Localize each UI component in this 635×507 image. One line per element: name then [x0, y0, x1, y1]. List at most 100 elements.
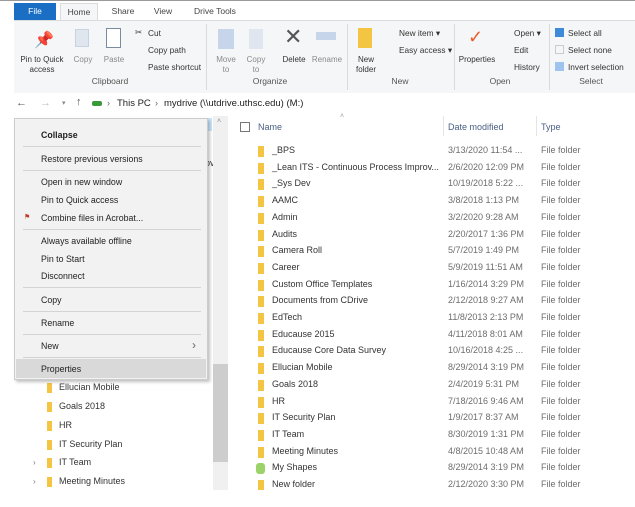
window-border	[0, 0, 635, 1]
copy-to-button[interactable]: Copy to	[243, 55, 269, 75]
forward-icon[interactable]: →	[40, 97, 51, 109]
file-name: Ellucian Mobile	[272, 362, 333, 373]
tab-drive-tools[interactable]: Drive Tools	[186, 3, 244, 20]
menu-pin-to-start[interactable]: Pin to Start	[41, 254, 85, 264]
file-row[interactable]: _Lean ITS - Continuous Process Improv...…	[258, 160, 628, 176]
open-button[interactable]: Open ▾	[514, 28, 541, 38]
breadcrumb-this-pc[interactable]: This PC	[117, 98, 151, 109]
column-date-modified[interactable]: Date modified	[448, 122, 504, 132]
expand-chevron-icon[interactable]: ›	[33, 477, 36, 486]
file-row[interactable]: _Sys Dev 10/19/2018 5:22 ... File folder	[258, 176, 628, 192]
move-to-button[interactable]: Move to	[212, 55, 240, 75]
file-row[interactable]: Goals 2018 2/4/2019 5:31 PM File folder	[258, 377, 628, 393]
file-type: File folder	[541, 295, 581, 306]
new-item-button[interactable]: New item ▾	[399, 28, 440, 38]
breadcrumb-drive[interactable]: mydrive (\\utdrive.uthsc.edu) (M:)	[164, 98, 303, 109]
tab-home[interactable]: Home	[60, 3, 98, 20]
new-folder-button[interactable]: New folder	[352, 55, 380, 75]
file-row[interactable]: _BPS 3/13/2020 11:54 ... File folder	[258, 143, 628, 159]
file-name: AAMC	[272, 195, 299, 206]
nav-item-meeting-minutes[interactable]: Meeting Minutes	[59, 476, 125, 486]
menu-pin-to-quick-access[interactable]: Pin to Quick access	[41, 195, 118, 205]
file-row[interactable]: IT Team 8/30/2019 1:31 PM File folder	[258, 427, 628, 443]
file-row[interactable]: My Shapes 8/29/2014 3:19 PM File folder	[256, 460, 628, 476]
edit-button[interactable]: Edit	[514, 45, 528, 55]
rename-button[interactable]: Rename	[310, 55, 344, 65]
file-row[interactable]: IT Security Plan 1/9/2017 8:37 AM File fol…	[258, 410, 628, 426]
tab-file[interactable]: File	[14, 3, 56, 20]
select-none-button[interactable]: Select none	[568, 45, 612, 55]
context-menu: Collapse Restore previous versions Open …	[14, 118, 208, 380]
file-row[interactable]: Educause Core Data Survey 10/16/2018 4:25…	[258, 343, 628, 359]
file-date: 11/8/2013 2:13 PM	[448, 312, 524, 322]
folder-icon	[47, 383, 52, 393]
select-all-button[interactable]: Select all	[568, 28, 602, 38]
tab-share[interactable]: Share	[104, 3, 142, 20]
column-divider[interactable]	[443, 116, 444, 136]
file-date: 2/4/2019 5:31 PM	[448, 378, 520, 389]
file-name: Goals 2018	[272, 378, 319, 389]
file-row[interactable]: Camera Roll 5/7/2019 1:49 PM File folder	[258, 243, 628, 259]
file-row[interactable]: EdTech 11/8/2013 2:13 PM File folder	[258, 310, 628, 326]
nav-item-it-security-plan[interactable]: IT Security Plan	[59, 439, 122, 449]
file-row[interactable]: Meeting Minutes 4/8/2015 10:48 AM File fol…	[258, 444, 628, 460]
menu-copy[interactable]: Copy	[41, 295, 62, 305]
cut-button[interactable]: Cut	[148, 28, 161, 38]
menu-collapse[interactable]: Collapse	[41, 130, 78, 140]
file-row[interactable]: Admin 3/2/2020 9:28 AM File folder	[258, 210, 628, 226]
pin-icon: 📌	[34, 32, 54, 49]
copy-button[interactable]: Copy	[70, 55, 96, 65]
file-date: 2/12/2020 3:30 PM	[448, 479, 525, 489]
pin-to-quick-access-button[interactable]: Pin to Quick access	[16, 55, 68, 75]
file-date: 8/30/2019 1:31 PM	[448, 428, 525, 439]
group-organize: Organize	[252, 76, 288, 86]
group-new: New	[391, 76, 409, 86]
menu-properties[interactable]: Properties	[41, 364, 81, 374]
file-name: Educause 2015	[272, 328, 335, 339]
delete-button[interactable]: Delete	[280, 55, 308, 65]
menu-restore-previous-versions[interactable]: Restore previous versions	[41, 154, 143, 164]
file-row[interactable]: HR 7/18/2016 9:46 AM File folder	[258, 394, 628, 410]
properties-button[interactable]: Properties	[456, 55, 498, 65]
nav-item-ellucian-mobile[interactable]: Ellucian Mobile	[59, 382, 120, 392]
expand-chevron-icon[interactable]: ›	[33, 458, 36, 467]
file-row[interactable]: Documents from CDrive 2/12/2018 9:27 AM Fi…	[258, 293, 628, 309]
up-icon[interactable]: ↑	[76, 96, 82, 108]
nav-item-it-team[interactable]: IT Team	[59, 457, 91, 467]
history-button[interactable]: History	[514, 62, 540, 72]
easy-access-button[interactable]: Easy access ▾	[399, 45, 452, 55]
menu-rename[interactable]: Rename	[41, 318, 74, 328]
open-label: Open	[514, 28, 535, 38]
tab-view[interactable]: View	[146, 3, 180, 20]
file-row[interactable]: Audits 2/20/2017 1:36 PM File folder	[258, 227, 628, 243]
invert-selection-button[interactable]: Invert selection	[568, 62, 624, 72]
nav-item-hr[interactable]: HR	[59, 420, 72, 430]
file-name: New folder	[272, 479, 316, 489]
back-icon[interactable]: ←	[16, 97, 27, 109]
paste-shortcut-button[interactable]: Paste shortcut	[148, 62, 201, 72]
paste-button[interactable]: Paste	[100, 55, 128, 65]
column-type[interactable]: Type	[541, 122, 561, 132]
file-row[interactable]: Career 5/9/2019 11:51 AM File folder	[258, 260, 628, 276]
nav-item-goals-2018[interactable]: Goals 2018	[59, 401, 105, 411]
copy-path-button[interactable]: Copy path	[148, 45, 186, 55]
file-row[interactable]: AAMC 3/8/2018 1:13 PM File folder	[258, 193, 628, 209]
column-name[interactable]: Name	[258, 122, 282, 132]
recent-locations-icon[interactable]: ▾	[62, 99, 66, 107]
divider	[454, 24, 455, 90]
file-row[interactable]: Educause 2015 4/11/2018 8:01 AM File folde…	[258, 327, 628, 343]
menu-always-available-offline[interactable]: Always available offline	[41, 236, 132, 246]
file-type: File folder	[541, 345, 581, 356]
file-row[interactable]: Ellucian Mobile 8/29/2014 3:19 PM File fol…	[258, 360, 628, 376]
file-row[interactable]: Custom Office Templates 1/16/2014 3:29 PM…	[258, 277, 628, 293]
menu-new[interactable]: New	[41, 341, 59, 351]
column-divider[interactable]	[536, 116, 537, 136]
submenu-chevron-icon: ›	[192, 338, 196, 352]
scroll-up-icon[interactable]: ˄	[217, 118, 221, 125]
menu-combine-files-in-acrobat[interactable]: Combine files in Acrobat...	[41, 213, 143, 223]
file-name: _BPS	[272, 145, 296, 155]
nav-scrollbar-thumb[interactable]	[213, 364, 228, 462]
menu-disconnect[interactable]: Disconnect	[41, 271, 85, 281]
menu-open-in-new-window[interactable]: Open in new window	[41, 177, 122, 187]
select-all-checkbox[interactable]	[240, 122, 250, 132]
